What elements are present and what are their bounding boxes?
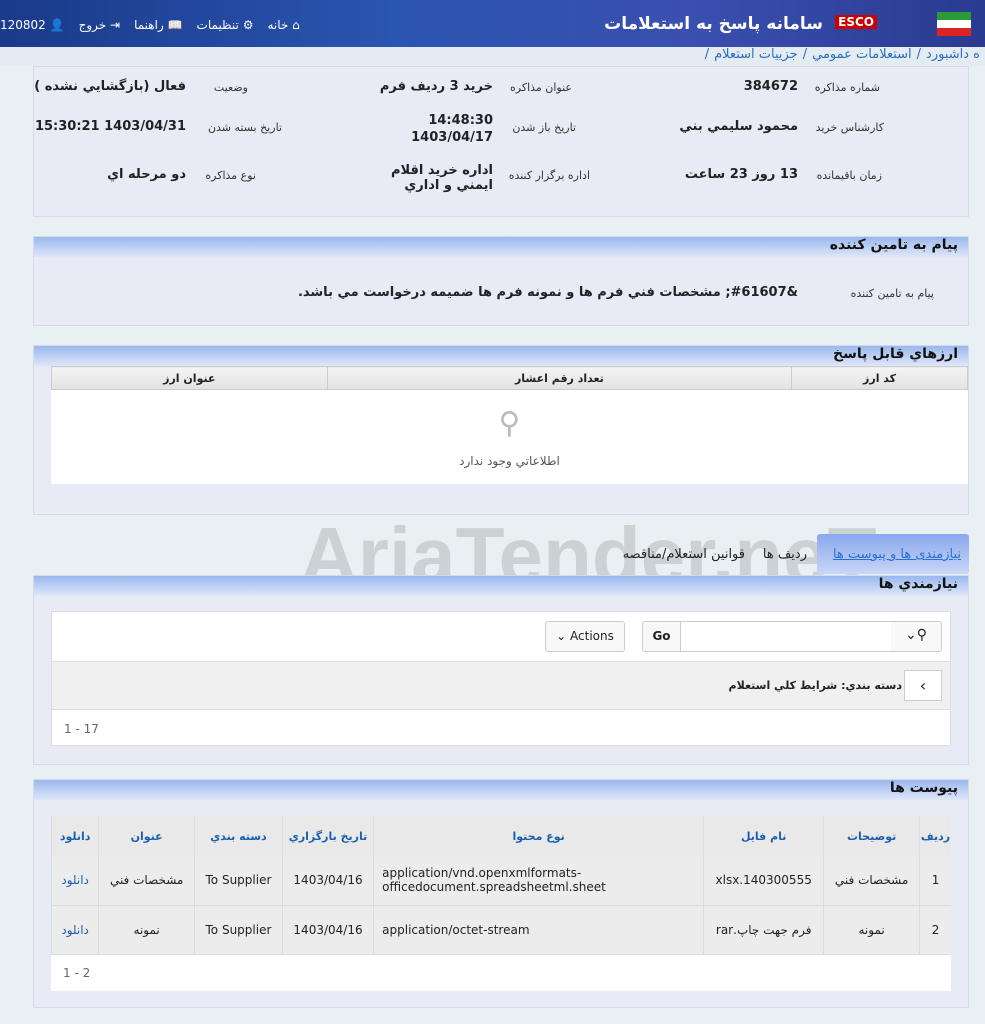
label: تاريخ باز شدن bbox=[512, 121, 576, 134]
empty-message: اطلاعاتي وجود ندارد bbox=[459, 454, 560, 468]
label: عنوان مذاكره bbox=[510, 81, 572, 94]
download-link[interactable]: دانلود bbox=[50, 856, 99, 906]
attachments-panel: پيوست ها رديف توضيحات نام فايل نوع محتوا تار… bbox=[33, 779, 969, 1008]
column-header[interactable]: نوع محتوا bbox=[373, 816, 704, 856]
table-cell: فرم جهت چاپ.rar bbox=[703, 905, 824, 955]
table-cell: application/octet-stream bbox=[373, 905, 704, 955]
settings-button[interactable]: تنظيمات ⚙ bbox=[197, 18, 254, 32]
chevron-down-icon: ⌄ bbox=[556, 629, 571, 643]
tab-label: نيازمندی ها و پيوست ها bbox=[832, 547, 961, 562]
table-cell: 1403/04/16 bbox=[281, 905, 374, 955]
remaining-time: 13 روز 23 ساعت bbox=[684, 167, 798, 182]
label: نوع مذاكره bbox=[205, 169, 256, 182]
department: اداره خريد اقلام ايمني و اداري bbox=[390, 163, 493, 193]
panel-title: نيازمندي ها bbox=[34, 576, 968, 596]
esco-logo: ESCO bbox=[835, 15, 877, 29]
table-row: 1 مشخصات فني xlsx.140300555 application/vnd… bbox=[50, 856, 951, 906]
table-cell: مشخصات فني bbox=[823, 856, 920, 906]
table-cell: 2 bbox=[919, 905, 951, 955]
pagination: 1 - 2 bbox=[63, 966, 91, 980]
panel-title: پيوست ها bbox=[34, 780, 968, 800]
tab-rules[interactable]: قوانين استعلام/مناقصه bbox=[623, 547, 745, 562]
column-header[interactable]: رديف bbox=[919, 816, 951, 856]
label: وضعيت bbox=[213, 81, 248, 94]
search-bar: Go ⌄⚲ bbox=[642, 621, 942, 652]
breadcrumb-dashboard[interactable]: ه داشبورد bbox=[926, 47, 980, 62]
search-column-icon[interactable]: ⌄⚲ bbox=[891, 627, 941, 643]
requirements-panel: نيازمندي ها Go ⌄⚲ ⌄ Actions ‹ دسته بندي:… bbox=[33, 575, 969, 765]
group-row: ‹ دسته بندي: شرايط كلي استعلام bbox=[52, 661, 950, 710]
logout-icon: ⇥ bbox=[110, 18, 121, 32]
download-link[interactable]: دانلود bbox=[50, 905, 99, 955]
table-cell: 1403/04/16 bbox=[281, 856, 374, 906]
column-header[interactable]: كد ارز bbox=[791, 366, 968, 390]
app-header: ESCO سامانه پاسخ به استعلامات 120802 👤 خ… bbox=[0, 0, 985, 47]
breadcrumb: ه داشبورد/استعلامات عمومي/جزييات استعلام… bbox=[0, 47, 985, 66]
column-header[interactable]: دسته بندي bbox=[194, 816, 283, 856]
column-header[interactable]: دانلود bbox=[50, 816, 99, 856]
column-header[interactable]: عنوان bbox=[98, 816, 195, 856]
table-cell: نمونه bbox=[823, 905, 920, 955]
column-header[interactable]: نام فايل bbox=[703, 816, 824, 856]
search-icon: ⚲ bbox=[498, 406, 521, 441]
book-icon: 📖 bbox=[167, 18, 183, 32]
breadcrumb-details[interactable]: جزييات استعلام bbox=[714, 47, 798, 62]
home-button[interactable]: خانه ⌂ bbox=[267, 18, 299, 32]
currencies-table: كد ارز تعداد رقم اعشار عنوان ارز ⚲ اطلاع… bbox=[51, 366, 968, 484]
actions-button[interactable]: ⌄ Actions bbox=[545, 621, 625, 652]
table-cell: To Supplier bbox=[194, 856, 283, 906]
tab-rows[interactable]: رديف ها bbox=[763, 547, 807, 562]
logo bbox=[937, 12, 971, 36]
negotiation-type: دو مرحله اي bbox=[107, 167, 186, 182]
tab-requirements[interactable]: نيازمندی ها و پيوست ها bbox=[817, 534, 969, 574]
panel-title: ارزهاي قابل پاسخ bbox=[34, 346, 968, 366]
logout-button[interactable]: خروج ⇥ bbox=[79, 18, 120, 32]
status: فعال (بازگشايي نشده ) bbox=[34, 79, 186, 94]
label: شماره مذاكره bbox=[814, 81, 880, 94]
close-date: 1403/04/31 15:30:21 bbox=[34, 119, 186, 134]
user-button[interactable]: 120802 👤 bbox=[0, 18, 65, 32]
currencies-panel: ارزهاي قابل پاسخ كد ارز تعداد رقم اعشار … bbox=[33, 345, 969, 515]
panel-title: پيام به تامين كننده bbox=[34, 237, 968, 257]
negotiation-number: 384672 bbox=[743, 79, 798, 94]
subject: خريد 3 رديف فرم bbox=[379, 79, 493, 94]
table-cell: application/vnd.openxmlformats-officedoc… bbox=[373, 856, 704, 906]
open-date: 1403/04/17 bbox=[411, 130, 493, 145]
go-button[interactable]: Go bbox=[643, 622, 681, 651]
label: پيام به تامين كننده bbox=[850, 287, 934, 300]
column-header[interactable]: تاريخ بارگزاري bbox=[281, 816, 374, 856]
expert: محمود سليمي بني bbox=[679, 119, 798, 134]
help-button[interactable]: راهنما 📖 bbox=[134, 18, 182, 32]
top-nav: 120802 👤 خروج ⇥ راهنما 📖 تنظيمات ⚙ خانه … bbox=[0, 18, 300, 32]
gear-icon: ⚙ bbox=[242, 18, 254, 32]
info-panel: شماره مذاكره 384672 عنوان مذاكره خريد 3 … bbox=[33, 66, 969, 217]
attachments-table: رديف توضيحات نام فايل نوع محتوا تاريخ بارگزا… bbox=[50, 816, 951, 991]
table-cell: مشخصات فني bbox=[98, 856, 195, 906]
group-label: دسته بندي: شرايط كلي استعلام bbox=[728, 679, 902, 692]
table-cell: 1 bbox=[919, 856, 951, 906]
chevron-left-icon[interactable]: ‹ bbox=[904, 670, 942, 701]
message-text: &#61607; مشخصات فني فرم ها و نمونه فرم ه… bbox=[297, 285, 798, 300]
message-panel: پيام به تامين كننده پيام به تامين كننده … bbox=[33, 236, 969, 326]
label: اداره برگزار كننده bbox=[508, 169, 590, 182]
column-header[interactable]: عنوان ارز bbox=[51, 366, 328, 390]
requirements-report: Go ⌄⚲ ⌄ Actions ‹ دسته بندي: شرايط كلي ا… bbox=[51, 611, 951, 746]
pagination: 1 - 17 bbox=[64, 722, 99, 736]
app-title: سامانه پاسخ به استعلامات bbox=[604, 14, 823, 34]
column-header[interactable]: تعداد رقم اعشار bbox=[326, 366, 793, 390]
user-icon: 👤 bbox=[49, 18, 65, 32]
actions-label: Actions bbox=[570, 629, 614, 643]
breadcrumb-public[interactable]: استعلامات عمومي bbox=[812, 47, 912, 62]
column-header[interactable]: توضيحات bbox=[823, 816, 920, 856]
table-row: 2 نمونه فرم جهت چاپ.rar application/octet-s… bbox=[50, 905, 951, 955]
search-input[interactable] bbox=[681, 622, 891, 651]
label: زمان باقيمانده bbox=[816, 169, 882, 182]
table-cell: نمونه bbox=[98, 905, 195, 955]
label: تاريخ بسته شدن bbox=[207, 121, 282, 134]
label: كارشناس خريد bbox=[815, 121, 884, 134]
table-cell: xlsx.140300555 bbox=[703, 856, 824, 906]
home-icon: ⌂ bbox=[292, 18, 300, 32]
open-time: 14:48:30 bbox=[428, 113, 493, 128]
table-cell: To Supplier bbox=[194, 905, 283, 955]
